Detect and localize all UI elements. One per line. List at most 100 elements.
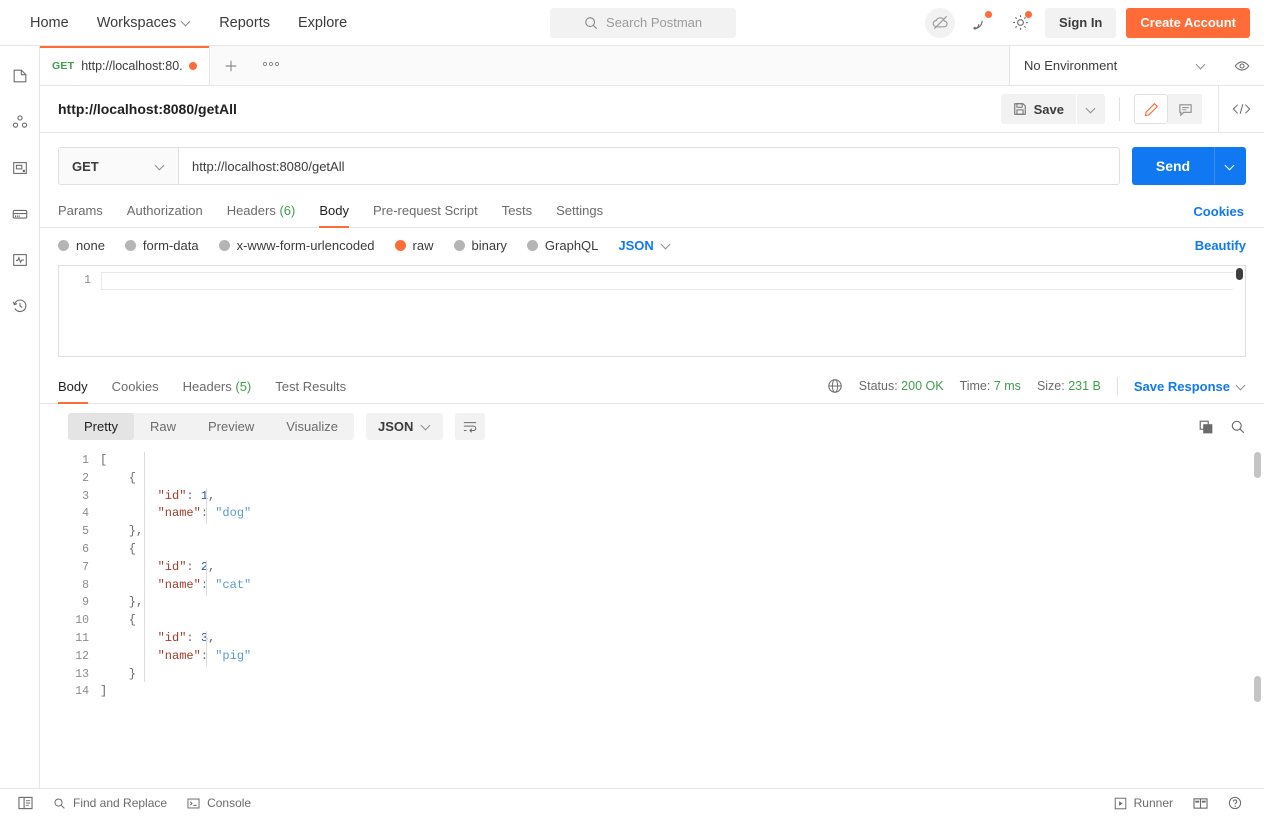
request-editor-scrollbar[interactable] xyxy=(1236,268,1243,280)
tab-body[interactable]: Body xyxy=(307,195,361,228)
view-mode-raw[interactable]: Raw xyxy=(134,413,192,440)
environment-selector[interactable]: No Environment xyxy=(1010,46,1220,85)
tab-params[interactable]: Params xyxy=(58,195,115,227)
send-options-button[interactable] xyxy=(1214,147,1246,185)
create-account-button[interactable]: Create Account xyxy=(1126,7,1250,38)
send-button[interactable]: Send xyxy=(1132,147,1214,185)
body-type-form-data[interactable]: form-data xyxy=(124,238,199,253)
body-type-binary-label: binary xyxy=(471,238,507,253)
body-type-none-label: none xyxy=(76,238,105,253)
code-line: [ xyxy=(100,452,1264,470)
response-format-selector[interactable]: JSON xyxy=(366,413,444,440)
gear-icon[interactable] xyxy=(1005,8,1035,38)
view-toggle-group xyxy=(1134,94,1202,124)
environment-quick-look-button[interactable] xyxy=(1220,46,1264,85)
copy-icon[interactable] xyxy=(1198,419,1214,435)
code-line: }, xyxy=(100,523,1264,541)
response-tab-cookies[interactable]: Cookies xyxy=(100,371,171,403)
save-options-button[interactable] xyxy=(1077,94,1105,124)
radio-icon xyxy=(526,240,538,251)
code-snippet-button[interactable] xyxy=(1218,86,1264,132)
response-tab-body[interactable]: Body xyxy=(58,371,100,404)
response-code[interactable]: [ { "id": 1, "name": "dog" }, { "id": 2,… xyxy=(100,448,1264,788)
find-and-replace-button[interactable]: Find and Replace xyxy=(43,789,177,817)
nav-link-explore[interactable]: Explore xyxy=(284,9,361,37)
unsaved-indicator xyxy=(189,61,197,70)
tab-headers[interactable]: Headers (6) xyxy=(215,195,308,227)
code-line: { xyxy=(100,541,1264,559)
new-tab-button[interactable] xyxy=(210,46,252,85)
edit-mode-button[interactable] xyxy=(1134,94,1168,124)
save-button[interactable]: Save xyxy=(1000,94,1076,124)
nav-link-reports[interactable]: Reports xyxy=(205,9,284,37)
tab-tests-label: Tests xyxy=(501,203,533,218)
request-editor-gutter: 1 xyxy=(59,266,101,356)
globe-icon[interactable] xyxy=(827,378,843,394)
tab-settings-label: Settings xyxy=(556,203,604,218)
http-method-selector[interactable]: GET xyxy=(58,147,178,185)
runner-button[interactable]: Runner xyxy=(1104,796,1183,810)
search-input[interactable]: Search Postman xyxy=(550,7,737,38)
body-type-urlencoded[interactable]: x-www-form-urlencoded xyxy=(218,238,375,253)
sidebar-item-environments[interactable] xyxy=(8,156,32,180)
view-mode-visualize[interactable]: Visualize xyxy=(270,413,354,440)
comment-button[interactable] xyxy=(1168,94,1202,124)
request-editor-code-area[interactable] xyxy=(101,266,1245,356)
response-tab-headers[interactable]: Headers (5) xyxy=(171,371,264,403)
view-mode-preview[interactable]: Preview xyxy=(192,413,270,440)
beautify-button[interactable]: Beautify xyxy=(1195,238,1246,253)
body-type-binary[interactable]: binary xyxy=(453,238,507,253)
request-tab-name: http://localhost:80... xyxy=(81,58,182,73)
sign-in-button[interactable]: Sign In xyxy=(1045,7,1117,38)
word-wrap-button[interactable] xyxy=(455,413,486,440)
chevron-down-icon xyxy=(156,162,165,171)
help-button[interactable] xyxy=(1218,796,1252,810)
sidebar-toggle-button[interactable] xyxy=(8,789,43,817)
sidebar-item-monitors[interactable] xyxy=(8,248,32,272)
eye-icon xyxy=(1233,57,1251,75)
line-number: 12 xyxy=(75,649,89,663)
sidebar-item-apis[interactable] xyxy=(8,110,32,134)
body-type-graphql[interactable]: GraphQL xyxy=(526,238,598,253)
plus-icon xyxy=(224,59,238,73)
response-tab-test-results[interactable]: Test Results xyxy=(263,371,358,403)
response-scrollbar-top[interactable] xyxy=(1254,452,1261,478)
body-format-selector[interactable]: JSON xyxy=(618,238,670,253)
request-title-actions: Save xyxy=(1000,86,1264,132)
fold-guide xyxy=(206,631,207,667)
layout-icon xyxy=(1193,797,1208,810)
sidebar-item-mock-servers[interactable] xyxy=(8,202,32,226)
body-type-none[interactable]: none xyxy=(58,238,105,253)
satellite-icon[interactable] xyxy=(965,8,995,38)
tab-tests[interactable]: Tests xyxy=(490,195,544,227)
sign-in-label: Sign In xyxy=(1059,15,1103,30)
nav-link-home[interactable]: Home xyxy=(16,9,83,37)
url-input[interactable]: http://localhost:8080/getAll xyxy=(178,147,1120,185)
tab-authorization[interactable]: Authorization xyxy=(115,195,215,227)
console-button[interactable]: Console xyxy=(177,789,261,817)
body-type-raw[interactable]: raw xyxy=(394,238,434,253)
divider xyxy=(1116,377,1118,395)
nav-link-workspaces[interactable]: Workspaces xyxy=(83,9,206,37)
tab-pre-request-script[interactable]: Pre-request Script xyxy=(361,195,490,227)
sidebar-item-history[interactable] xyxy=(8,294,32,318)
line-number: 4 xyxy=(82,507,89,521)
request-body-editor[interactable]: 1 xyxy=(58,265,1246,357)
response-header: Body Cookies Headers (5) Test Results St… xyxy=(40,371,1264,404)
environment-area: No Environment xyxy=(1009,46,1264,85)
save-response-button[interactable]: Save Response xyxy=(1134,379,1246,394)
layout-toggle-button[interactable] xyxy=(1183,797,1218,810)
view-mode-pretty[interactable]: Pretty xyxy=(68,413,134,440)
tab-more-button[interactable] xyxy=(252,46,290,85)
cookies-link[interactable]: Cookies xyxy=(1193,204,1246,219)
tab-settings[interactable]: Settings xyxy=(544,195,615,227)
response-body-viewer[interactable]: 1 2 3 4 5 6 7 8 9 10 11 12 13 14 [ { "id": 1, "name":… xyxy=(40,448,1264,788)
sidebar-item-collections[interactable] xyxy=(8,64,32,88)
request-tab[interactable]: GET http://localhost:80... xyxy=(40,46,210,85)
send-group: Send xyxy=(1132,147,1246,185)
cloud-offline-icon[interactable] xyxy=(925,7,956,38)
response-scrollbar-bottom[interactable] xyxy=(1254,676,1261,702)
code-snippet-icon xyxy=(1232,102,1251,116)
save-group: Save xyxy=(1000,94,1105,124)
search-icon[interactable] xyxy=(1230,419,1246,435)
